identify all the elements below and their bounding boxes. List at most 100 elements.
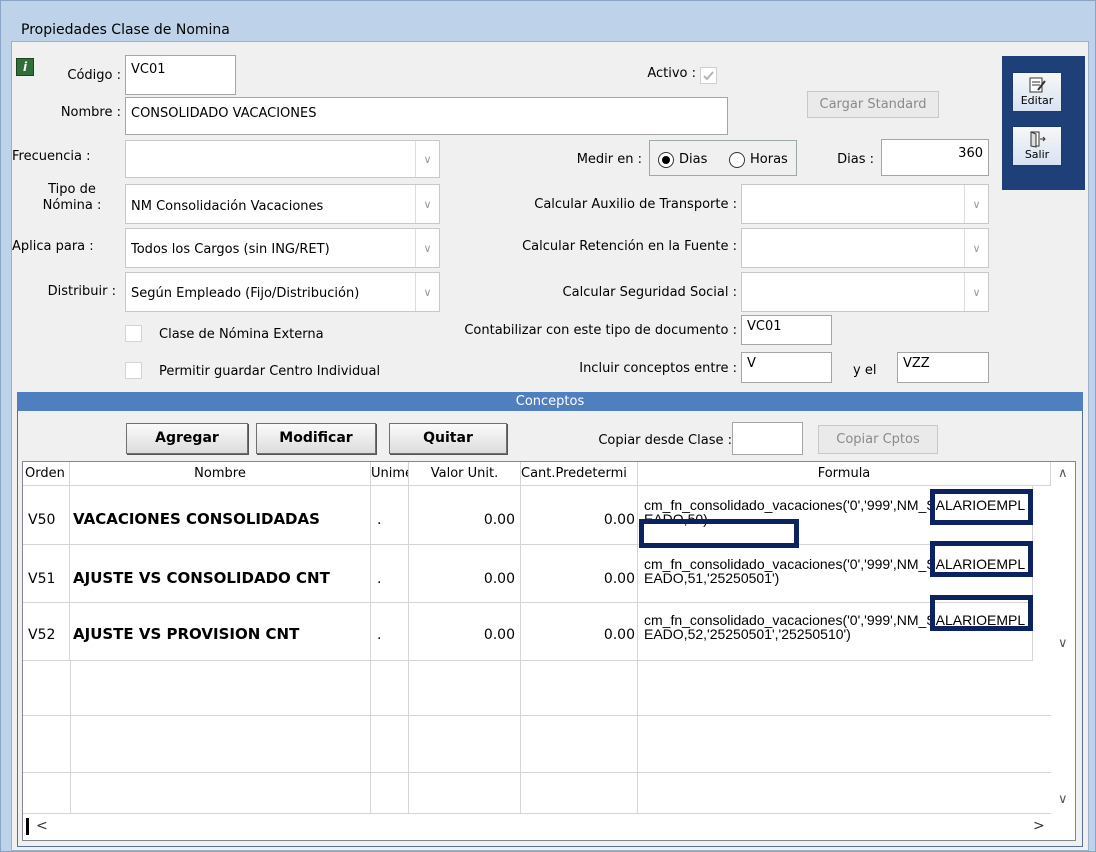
cant-cell: 0.00: [521, 603, 638, 661]
editar-button[interactable]: Editar: [1012, 72, 1062, 112]
chevron-down-icon[interactable]: ∨: [964, 185, 988, 223]
orden-cell: V52: [23, 603, 70, 661]
nombre-cell: AJUSTE VS PROVISION CNT: [70, 603, 371, 661]
nombre-cell: AJUSTE VS CONSOLIDADO CNT: [70, 545, 371, 603]
cant-cell: 0.00: [521, 486, 638, 545]
highlight-box: [930, 541, 1033, 577]
aplica-label: Aplica para :: [12, 239, 94, 254]
distribuir-select[interactable]: Según Empleado (Fijo/Distribución) ∨: [125, 272, 440, 312]
column-header-formula[interactable]: Formula: [638, 462, 1051, 486]
quitar-button[interactable]: Quitar: [389, 423, 507, 454]
highlight-box: [639, 519, 799, 548]
copiar-cptos-button[interactable]: Copiar Cptos: [818, 425, 938, 454]
medir-dias-label: Dias: [679, 152, 708, 167]
info-icon[interactable]: i: [16, 58, 34, 76]
dias-field[interactable]: 360: [881, 139, 989, 176]
externa-checkbox[interactable]: [125, 325, 142, 342]
y-el-label: y el: [853, 363, 877, 378]
conceptos-header: Conceptos: [17, 392, 1083, 411]
column-header-nombre[interactable]: Nombre: [70, 462, 371, 486]
column-header-orden[interactable]: Orden: [23, 462, 70, 486]
salir-button[interactable]: Salir: [1012, 126, 1062, 166]
unimed-cell: .: [371, 486, 409, 545]
vertical-scrollbar[interactable]: ∧ ∨ ∨: [1053, 462, 1075, 814]
column-header-valor[interactable]: Valor Unit.: [409, 462, 521, 486]
frecuencia-select[interactable]: ∨: [125, 140, 440, 178]
column-divider: [370, 661, 371, 814]
seguridad-label: Calcular Seguridad Social :: [562, 285, 737, 300]
frecuencia-label: Frecuencia :: [12, 149, 91, 164]
window-title: Propiedades Clase de Nomina: [21, 22, 230, 38]
codigo-label: Código :: [67, 68, 121, 83]
editar-label: Editar: [1020, 94, 1054, 107]
permitir-label: Permitir guardar Centro Individual: [159, 364, 381, 379]
chevron-up-icon[interactable]: ∧: [1058, 466, 1068, 481]
copiar-field[interactable]: [732, 422, 803, 455]
empty-row: [23, 661, 1051, 716]
retencion-label: Calcular Retención en la Fuente :: [522, 239, 737, 254]
seguridad-select[interactable]: ∨: [741, 272, 989, 312]
orden-cell: V50: [23, 486, 70, 545]
edit-document-icon: [1029, 77, 1046, 93]
medir-label: Medir en :: [576, 152, 642, 167]
column-header-cant[interactable]: Cant.Predetermi: [521, 462, 638, 486]
modificar-button[interactable]: Modificar: [256, 423, 376, 454]
chevron-down-icon[interactable]: ∨: [1058, 792, 1068, 807]
activo-checkbox[interactable]: [700, 67, 717, 84]
salir-label: Salir: [1024, 148, 1050, 161]
empty-row: [23, 773, 1051, 814]
column-divider: [408, 661, 409, 814]
valor-cell: 0.00: [409, 603, 521, 661]
activo-label: Activo :: [647, 66, 696, 81]
cant-cell: 0.00: [521, 545, 638, 603]
valor-cell: 0.00: [409, 486, 521, 545]
medir-horas-label: Horas: [750, 152, 788, 167]
nombre-cell: VACACIONES CONSOLIDADAS: [70, 486, 371, 545]
nombre-label: Nombre :: [60, 105, 121, 120]
distribuir-label: Distribuir :: [47, 284, 116, 299]
agregar-button[interactable]: Agregar: [126, 423, 248, 454]
chevron-down-icon[interactable]: ∨: [1058, 636, 1068, 651]
conceptos-table: Orden Nombre Unimed Valor Unit. Cant.Pre…: [22, 461, 1076, 841]
incluir-from-field[interactable]: V: [741, 352, 832, 383]
column-header-unimed[interactable]: Unimed: [371, 462, 409, 486]
unimed-cell: .: [371, 603, 409, 661]
copiar-label: Copiar desde Clase :: [598, 433, 732, 448]
column-divider: [70, 661, 71, 814]
unimed-cell: .: [371, 545, 409, 603]
nombre-field[interactable]: CONSOLIDADO VACACIONES: [125, 97, 728, 135]
chevron-left-icon[interactable]: <: [36, 818, 48, 834]
incluir-label: Incluir conceptos entre :: [579, 361, 737, 376]
highlight-box: [930, 595, 1033, 631]
auxilio-label: Calcular Auxilio de Transporte :: [534, 197, 737, 212]
valor-cell: 0.00: [409, 545, 521, 603]
incluir-to-field[interactable]: VZZ: [897, 352, 989, 383]
exit-door-icon: [1030, 131, 1046, 148]
properties-window: Propiedades Clase de Nomina i Código : V…: [0, 0, 1096, 852]
chevron-down-icon[interactable]: ∨: [964, 229, 988, 267]
tipo-nomina-select[interactable]: NM Consolidación Vacaciones ∨: [125, 184, 440, 224]
chevron-down-icon[interactable]: ∨: [415, 141, 439, 177]
medir-horas-radio[interactable]: [729, 152, 745, 168]
scrollbar-thumb[interactable]: [1057, 488, 1071, 636]
retencion-select[interactable]: ∨: [741, 228, 989, 268]
cargar-standard-button[interactable]: Cargar Standard: [807, 91, 939, 118]
auxilio-select[interactable]: ∨: [741, 184, 989, 224]
chevron-right-icon[interactable]: >: [1033, 818, 1045, 834]
codigo-field[interactable]: VC01: [125, 55, 236, 95]
contabilizar-label: Contabilizar con este tipo de documento …: [464, 323, 737, 338]
permitir-checkbox[interactable]: [125, 362, 142, 379]
empty-row: [23, 716, 1051, 773]
scrollbar-left-edge: [26, 818, 29, 835]
chevron-down-icon[interactable]: ∨: [964, 273, 988, 311]
dias-label: Dias :: [837, 152, 874, 167]
tipo-label: Tipo de Nómina :: [42, 182, 102, 213]
externa-label: Clase de Nómina Externa: [159, 327, 324, 342]
contabilizar-field[interactable]: VC01: [741, 315, 832, 345]
column-divider: [637, 661, 638, 814]
horizontal-scrollbar[interactable]: < >: [23, 814, 1075, 840]
highlight-box: [930, 489, 1033, 525]
window-titlebar: Propiedades Clase de Nomina: [1, 1, 1095, 41]
aplica-select[interactable]: Todos los Cargos (sin ING/RET) ∨: [125, 228, 440, 268]
medir-dias-radio[interactable]: [658, 152, 674, 168]
